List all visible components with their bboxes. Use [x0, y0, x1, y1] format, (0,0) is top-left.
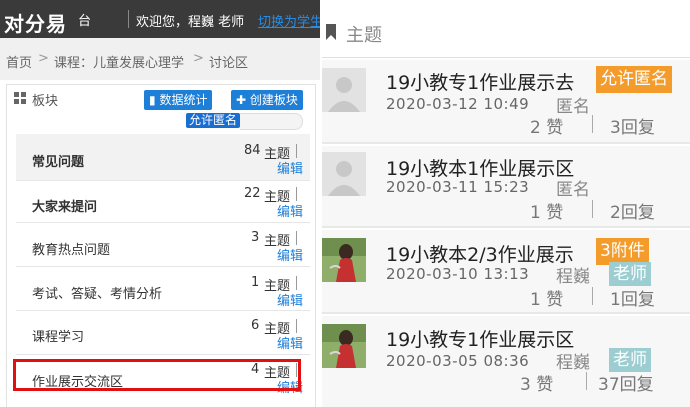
- breadcrumb-separator: >: [38, 51, 49, 66]
- topic-date: 2020-03-05 08:36: [386, 352, 530, 370]
- topic-title[interactable]: 19小教本2/3作业展示: [386, 240, 574, 267]
- topic-likes[interactable]: 3 赞: [520, 370, 553, 395]
- topic-author: 匿名: [556, 180, 590, 200]
- top-divider: [128, 10, 129, 28]
- bar-chart-icon: ▮: [149, 93, 156, 107]
- board-item-course-study[interactable]: 课程学习: [32, 326, 84, 345]
- row-divider-bar: [296, 187, 297, 201]
- board-count: 84: [244, 143, 261, 158]
- topic-divider: [322, 142, 690, 144]
- topic-likes[interactable]: 1 赞: [530, 285, 563, 310]
- topic-date: 2020-03-10 13:13: [386, 265, 530, 283]
- data-stats-button[interactable]: ▮ 数据统计: [144, 90, 213, 110]
- row-divider-bar: [296, 319, 297, 333]
- topic-replies[interactable]: 2回复: [610, 198, 655, 223]
- welcome-text: 欢迎您，程巍 老师: [136, 15, 245, 30]
- attachments-badge: 3附件: [596, 238, 649, 265]
- default-avatar-icon[interactable]: [322, 68, 366, 112]
- board-edit-link[interactable]: 编辑: [277, 245, 303, 264]
- topic-title[interactable]: 19小教专1作业展示去: [386, 68, 574, 95]
- allow-anonymous-badge: 允许匿名: [596, 66, 672, 93]
- board-edit-link[interactable]: 编辑: [277, 333, 303, 352]
- topic-author: 程巍: [556, 267, 590, 287]
- top-bar: 对分易 台 欢迎您，程巍 老师 切换为学生: [0, 0, 320, 38]
- topic-author: 程巍: [556, 353, 590, 373]
- user-photo-avatar[interactable]: [322, 324, 366, 368]
- stat-separator: [586, 372, 587, 390]
- board-item-questions[interactable]: 大家来提问: [32, 196, 97, 215]
- switch-to-student-link[interactable]: 切换为学生: [258, 11, 320, 30]
- boards-title: 板块: [32, 94, 59, 109]
- topic-replies[interactable]: 1回复: [610, 285, 655, 310]
- board-count: 22: [244, 186, 261, 201]
- board-item-exams[interactable]: 考试、答疑、考情分析: [32, 283, 162, 302]
- breadcrumb-current: 讨论区: [209, 56, 249, 71]
- board-item-faq[interactable]: 常见问题: [32, 151, 84, 170]
- grid-icon: [14, 92, 26, 104]
- boards-panel-area: 对分易 台 欢迎您，程巍 老师 切换为学生 首页 > 课程：儿童发展心理学 > …: [0, 0, 320, 407]
- topic-date: 2020-03-12 10:49: [386, 95, 530, 113]
- topic-likes[interactable]: 1 赞: [530, 198, 563, 223]
- logo-suffix: 台: [78, 14, 92, 29]
- anonymous-toggle-track[interactable]: [240, 113, 303, 130]
- topic-likes[interactable]: 2 赞: [530, 113, 563, 138]
- topic-title[interactable]: 19小教本1作业展示区: [386, 154, 574, 181]
- board-count: 6: [251, 318, 260, 333]
- row-divider-bar: [296, 144, 297, 158]
- board-item-education-hot[interactable]: 教育热点问题: [32, 239, 110, 258]
- plus-icon: ✚: [236, 93, 247, 107]
- breadcrumb-home[interactable]: 首页: [6, 52, 32, 71]
- row-divider-bar: [296, 231, 297, 245]
- logo[interactable]: 对分易: [4, 8, 67, 37]
- topics-header-divider: [322, 57, 690, 58]
- topic-replies[interactable]: 37回复: [598, 370, 654, 395]
- board-edit-link[interactable]: 编辑: [277, 290, 303, 309]
- topic-divider: [322, 312, 690, 314]
- topic-date: 2020-03-11 15:23: [386, 178, 530, 196]
- breadcrumb: 首页 > 课程：儿童发展心理学 > 讨论区: [0, 38, 320, 80]
- row-divider: [16, 180, 310, 181]
- board-edit-link[interactable]: 编辑: [277, 201, 303, 220]
- board-count: 1: [251, 275, 260, 290]
- user-photo-avatar[interactable]: [322, 238, 366, 282]
- breadcrumb-separator: >: [193, 51, 204, 66]
- breadcrumb-course[interactable]: 课程：儿童发展心理学: [54, 52, 184, 71]
- row-divider: [16, 354, 310, 355]
- board-count: 3: [251, 230, 260, 245]
- row-divider: [16, 310, 310, 311]
- stat-separator: [592, 115, 593, 133]
- board-edit-link[interactable]: 编辑: [277, 158, 303, 177]
- topic-divider: [322, 226, 690, 228]
- teacher-tag: 老师: [609, 348, 651, 372]
- topics-heading: 主题: [346, 25, 382, 46]
- topic-title[interactable]: 19小教专1作业展示区: [386, 325, 574, 352]
- default-avatar-icon[interactable]: [322, 152, 366, 196]
- bookmark-icon: [326, 24, 336, 40]
- row-divider-bar: [296, 276, 297, 290]
- highlight-box: [13, 359, 301, 391]
- allow-anonymous-toggle[interactable]: 允许匿名: [186, 113, 241, 128]
- stat-separator: [592, 200, 593, 218]
- stat-separator: [592, 287, 593, 305]
- create-board-button[interactable]: ✚ 创建板块: [231, 90, 303, 110]
- row-divider: [16, 266, 310, 267]
- topic-replies[interactable]: 3回复: [610, 113, 655, 138]
- row-divider: [16, 222, 310, 223]
- teacher-tag: 老师: [609, 262, 651, 286]
